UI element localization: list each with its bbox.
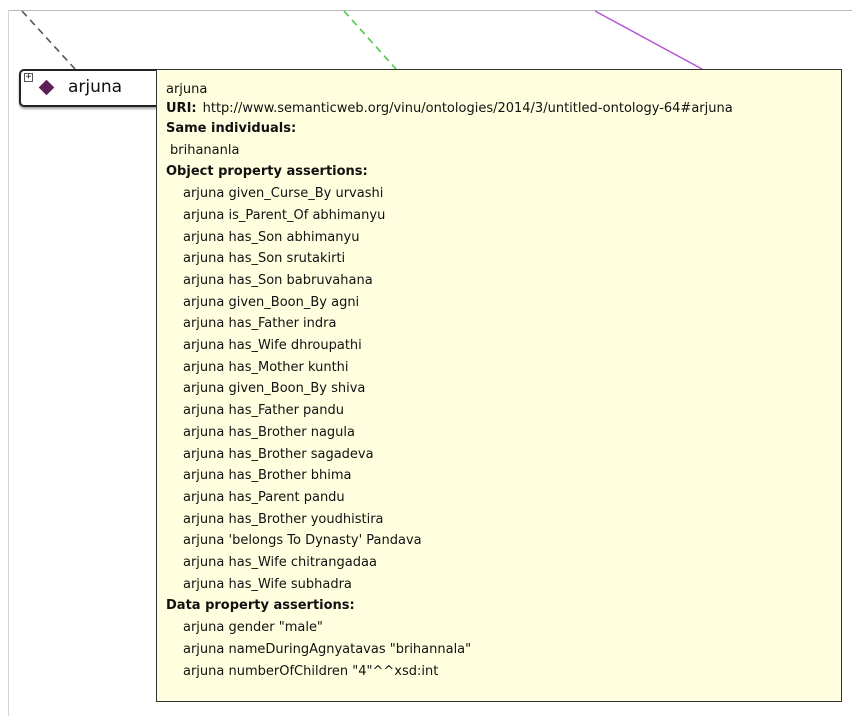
object-property-assertion: arjuna given_Curse_By urvashi [183, 186, 384, 202]
object-property-list: arjuna given_Curse_By urvashi arjuna is_P… [166, 183, 833, 595]
object-property-assertion: arjuna has_Brother sagadeva [183, 446, 374, 462]
edge-green-dashed [343, 10, 397, 70]
object-property-assertion: arjuna has_Mother kunthi [183, 359, 349, 375]
object-property-assertion: arjuna has_Wife subhadra [183, 576, 352, 592]
individual-node-arjuna[interactable]: + arjuna [19, 69, 165, 107]
object-property-assertion: arjuna given_Boon_By shiva [183, 381, 366, 397]
uri-value: http://www.semanticweb.org/vinu/ontologi… [202, 101, 733, 116]
same-individual-item: brihananla [170, 142, 240, 158]
data-property-assertion: arjuna gender "male" [183, 620, 323, 636]
uri-row: URI: http://www.semanticweb.org/vinu/ont… [166, 100, 833, 118]
same-individuals-heading: Same individuals: [166, 121, 297, 136]
object-property-assertion: arjuna has_Parent pandu [183, 489, 345, 505]
object-property-assertion: arjuna given_Boon_By agni [183, 294, 360, 310]
data-property-list: arjuna gender "male" arjuna nameDuringAgn… [166, 617, 833, 682]
object-property-assertion: arjuna has_Son babruvahana [183, 272, 373, 288]
object-property-assertion: arjuna has_Father indra [183, 316, 337, 332]
individual-diamond-icon [38, 79, 55, 96]
object-property-heading: Object property assertions: [166, 164, 368, 180]
object-property-assertion: arjuna is_Parent_Of abhimanyu [183, 207, 386, 223]
object-property-assertion: arjuna has_Brother bhima [183, 468, 352, 484]
tooltip-title: arjuna [166, 82, 208, 97]
individual-tooltip: arjuna URI: http://www.semanticweb.org/v… [156, 69, 842, 702]
edge-purple [594, 10, 703, 70]
object-property-assertion: arjuna has_Son abhimanyu [183, 229, 360, 245]
edge-dark-dashed [21, 10, 76, 70]
data-property-assertion: arjuna numberOfChildren "4"^^xsd:int [183, 663, 439, 679]
object-property-assertion: arjuna has_Brother youdhistira [183, 511, 384, 527]
object-property-assertion: arjuna has_Son srutakirti [183, 251, 346, 267]
same-individuals-list: brihananla [166, 140, 833, 162]
object-property-assertion: arjuna has_Wife chitrangadaa [183, 555, 377, 571]
node-label: arjuna [68, 77, 123, 97]
uri-key: URI: [166, 101, 197, 116]
object-property-assertion: arjuna has_Brother nagula [183, 424, 355, 440]
object-property-assertion: arjuna has_Father pandu [183, 403, 344, 419]
data-property-assertion: arjuna nameDuringAgnyatavas "brihannala" [183, 641, 472, 657]
data-property-heading: Data property assertions: [166, 598, 355, 614]
object-property-assertion: arjuna has_Wife dhroupathi [183, 338, 362, 354]
object-property-assertion: arjuna 'belongs To Dynasty' Pandava [183, 533, 422, 549]
expand-toggle-icon[interactable]: + [24, 73, 33, 82]
